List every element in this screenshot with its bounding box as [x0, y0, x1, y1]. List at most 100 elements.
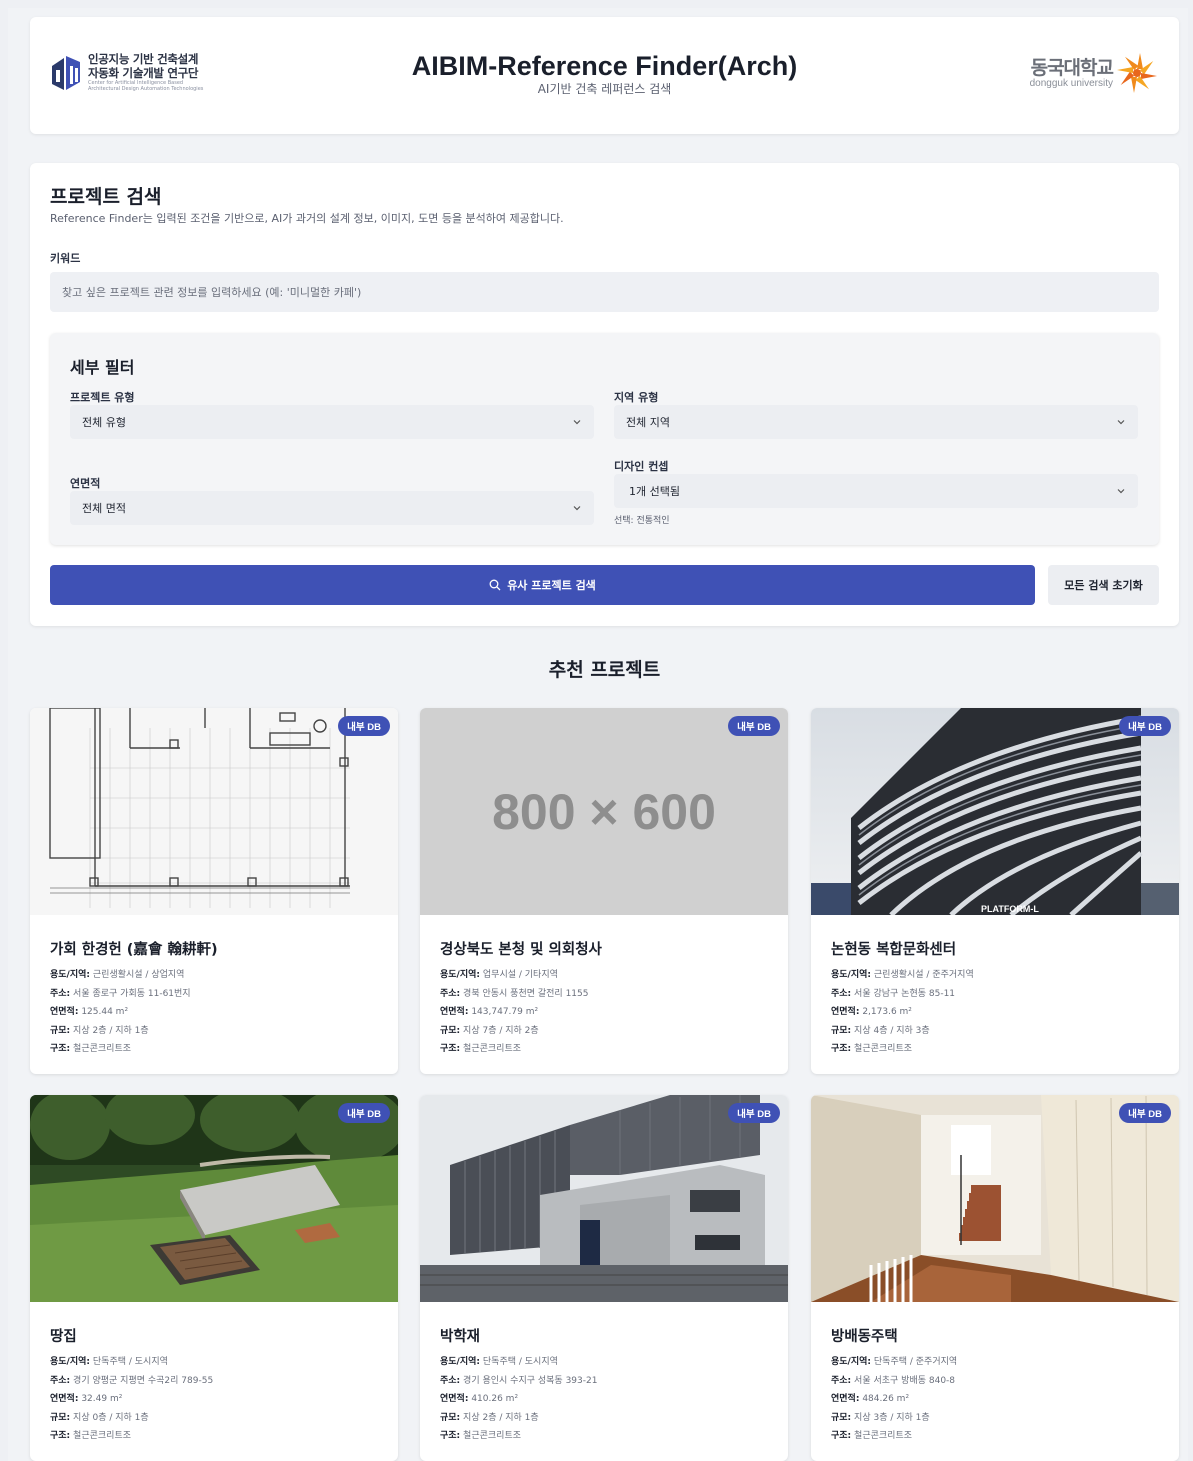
project-title[interactable]: 논현동 복합문화센터	[831, 938, 956, 959]
use-value: 단독주택 / 도시지역	[482, 1357, 558, 1367]
keyword-input[interactable]	[50, 272, 1159, 312]
area-label: 연면적:	[50, 1007, 79, 1017]
area-label: 연면적	[70, 477, 101, 490]
area-select[interactable]: 전체 면적	[70, 491, 594, 525]
scale-value: 지상 2층 / 지하 1층	[463, 1412, 539, 1423]
scale-label: 규모:	[440, 1412, 461, 1423]
chevron-down-icon	[1117, 420, 1125, 425]
app-subtitle: AI기반 건축 레퍼런스 검색	[537, 82, 672, 96]
area-value: 410.26 m²	[471, 1394, 519, 1404]
project-type-select[interactable]: 전체 유형	[70, 405, 594, 439]
chevron-down-icon	[573, 506, 581, 511]
design-concept-label: 디자인 컨셉	[614, 460, 669, 473]
address-value: 경기 용인시 수지구 성복동 393-21	[463, 1375, 598, 1386]
structure-label: 구조:	[50, 1431, 71, 1441]
area-label: 연면적:	[50, 1394, 79, 1404]
project-card[interactable]: 내부 DB 박학재 용도/지역: 단독주택 / 도시지역 주소: 경기 용인시 …	[420, 1095, 788, 1461]
project-meta: 용도/지역: 근린생활시설 / 상업지역 주소: 서울 종로구 가회동 11-6…	[50, 966, 191, 1059]
scale-value: 지상 2층 / 지하 1층	[73, 1025, 149, 1036]
keyword-label: 키워드	[50, 252, 81, 265]
area-value: 2,173.6 m²	[862, 1007, 912, 1017]
address-label: 주소:	[440, 988, 461, 999]
project-card[interactable]: 800 × 600 내부 DB 경상북도 본청 및 의회청사 용도/지역: 업무…	[420, 708, 788, 1074]
project-image	[420, 1095, 788, 1302]
project-card[interactable]: PLATFORM-L 내부 DB 논현동 복합문화센터 용도/지역: 근린생활시…	[811, 708, 1179, 1074]
scale-label: 규모:	[440, 1025, 461, 1036]
structure-label: 구조:	[50, 1044, 71, 1054]
region-type-select[interactable]: 전체 지역	[614, 405, 1138, 439]
project-card[interactable]: 내부 DB 가회 한경헌 (嘉會 翰耕軒) 용도/지역: 근린생활시설 / 상업…	[30, 708, 398, 1074]
filter-title: 세부 필터	[70, 358, 135, 377]
structure-value: 철근콘크리트조	[73, 1431, 132, 1441]
scale-label: 규모:	[50, 1025, 71, 1036]
building-sign: PLATFORM-L	[981, 904, 1039, 914]
project-meta: 용도/지역: 근린생활시설 / 준주거지역 주소: 서울 강남구 논현동 85-…	[831, 966, 974, 1059]
university-name-en: dongguk university	[1029, 77, 1113, 89]
scale-value: 지상 3층 / 지하 1층	[854, 1412, 930, 1423]
placeholder-text: 800 × 600	[492, 783, 716, 840]
internal-db-badge: 내부 DB	[338, 716, 390, 736]
scale-value: 지상 7층 / 지하 2층	[463, 1025, 539, 1036]
use-label: 용도/지역:	[50, 1357, 91, 1367]
area-label: 연면적:	[831, 1007, 860, 1017]
area-label: 연면적:	[831, 1394, 860, 1404]
project-type-label: 프로젝트 유형	[70, 391, 135, 404]
reset-all-button[interactable]: 모든 검색 초기화	[1048, 565, 1159, 605]
design-concept-value: 1개 선택됨	[629, 485, 680, 498]
use-value: 단독주택 / 준주거지역	[873, 1357, 958, 1367]
use-value: 업무시설 / 기타지역	[482, 970, 558, 980]
structure-label: 구조:	[440, 1044, 461, 1054]
structure-value: 철근콘크리트조	[73, 1044, 132, 1054]
internal-db-badge: 내부 DB	[338, 1103, 390, 1123]
detail-filter-panel: 세부 필터 프로젝트 유형 전체 유형 지역 유형 전체 지역 연면적 전체 면…	[50, 333, 1159, 545]
structure-value: 철근콘크리트조	[854, 1044, 913, 1054]
project-title[interactable]: 경상북도 본청 및 의회청사	[440, 938, 602, 959]
address-value: 경북 안동시 풍천면 갈전리 1155	[463, 988, 589, 999]
project-title[interactable]: 가회 한경헌 (嘉會 翰耕軒)	[50, 938, 218, 959]
address-value: 서울 강남구 논현동 85-11	[854, 988, 956, 999]
app-title: AIBIM-Reference Finder(Arch)	[411, 51, 798, 81]
similar-project-search-button[interactable]: 유사 프로젝트 검색	[50, 565, 1035, 605]
project-title[interactable]: 박학재	[440, 1325, 480, 1346]
scale-label: 규모:	[831, 1412, 852, 1423]
internal-db-badge: 내부 DB	[1119, 1103, 1171, 1123]
internal-db-badge: 내부 DB	[728, 1103, 780, 1123]
region-type-label: 지역 유형	[614, 391, 659, 404]
project-card[interactable]: 내부 DB 방배동주택 용도/지역: 단독주택 / 준주거지역 주소: 서울 서…	[811, 1095, 1179, 1461]
address-label: 주소:	[50, 1375, 71, 1386]
structure-value: 철근콘크리트조	[463, 1044, 522, 1054]
university-name-ko: 동국대학교	[1030, 56, 1114, 79]
university-logo[interactable]: 동국대학교 dongguk university	[1030, 51, 1159, 95]
recommended-projects-title: 추천 프로젝트	[548, 659, 661, 681]
internal-db-badge: 내부 DB	[1119, 716, 1171, 736]
scale-value: 지상 0층 / 지하 1층	[73, 1412, 149, 1423]
use-label: 용도/지역:	[831, 970, 872, 980]
design-concept-select[interactable]: 1개 선택됨	[614, 474, 1138, 508]
use-label: 용도/지역:	[831, 1357, 872, 1367]
area-label: 연면적:	[440, 1007, 469, 1017]
project-meta: 용도/지역: 단독주택 / 준주거지역 주소: 서울 서초구 방배동 840-8…	[831, 1353, 957, 1446]
structure-label: 구조:	[831, 1431, 852, 1441]
address-value: 서울 서초구 방배동 840-8	[854, 1375, 956, 1386]
project-title[interactable]: 방배동주택	[831, 1325, 898, 1346]
use-value: 근린생활시설 / 상업지역	[92, 970, 185, 980]
structure-label: 구조:	[831, 1044, 852, 1054]
search-description: Reference Finder는 입력된 조건을 기반으로, AI가 과거의 …	[50, 212, 564, 225]
structure-value: 철근콘크리트조	[463, 1431, 522, 1441]
search-title: 프로젝트 검색	[50, 186, 162, 208]
app-header: 인공지능 기반 건축설계 자동화 기술개발 연구단 Center for Art…	[30, 17, 1179, 134]
address-value: 경기 양평군 지평면 수곡2리 789-55	[73, 1375, 214, 1386]
use-value: 단독주택 / 도시지역	[92, 1357, 168, 1367]
use-label: 용도/지역:	[440, 1357, 481, 1367]
project-title[interactable]: 땅집	[50, 1325, 77, 1346]
use-label: 용도/지역:	[440, 970, 481, 980]
address-value: 서울 종로구 가회동 11-61번지	[73, 988, 191, 999]
search-button-label: 유사 프로젝트 검색	[507, 579, 596, 592]
address-label: 주소:	[831, 1375, 852, 1386]
project-card[interactable]: 내부 DB 땅집 용도/지역: 단독주택 / 도시지역 주소: 경기 양평군 지…	[30, 1095, 398, 1461]
area-value: 전체 면적	[82, 502, 126, 515]
project-image	[30, 1095, 398, 1302]
structure-value: 철근콘크리트조	[854, 1431, 913, 1441]
search-icon	[489, 579, 501, 591]
area-value: 484.26 m²	[862, 1394, 910, 1404]
